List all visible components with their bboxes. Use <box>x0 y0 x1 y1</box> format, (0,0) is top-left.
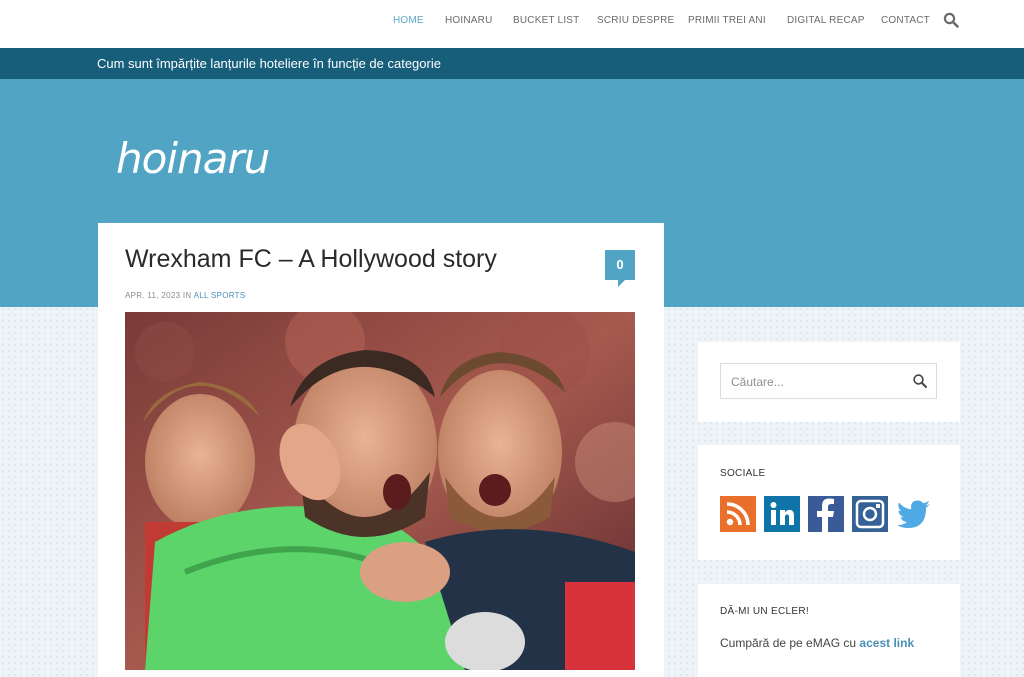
article-date: APR. 11, 2023 <box>125 291 181 300</box>
search-box <box>720 363 937 399</box>
search-widget <box>698 342 960 422</box>
article-meta: APR. 11, 2023 IN ALL SPORTS <box>125 291 246 300</box>
ecler-text: Cumpără de pe eMAG cu acest link <box>720 636 914 650</box>
search-submit-icon[interactable] <box>912 373 928 389</box>
nav-item-digital-recap[interactable]: DIGITAL RECAP <box>787 15 865 26</box>
linkedin-icon[interactable] <box>764 496 800 532</box>
comment-count-badge[interactable]: 0 <box>605 250 635 287</box>
social-widget-title: SOCIALE <box>720 468 766 479</box>
article-meta-in: IN <box>182 291 192 300</box>
main-menu: HOME HOINARU BUCKET LIST SCRIU DESPRE PR… <box>0 15 1024 29</box>
ticker-headline[interactable]: Cum sunt împărțite lanțurile hoteliere î… <box>97 56 441 71</box>
ecler-widget-title: DĂ-MI UN ECLER! <box>720 606 809 617</box>
nav-item-contact[interactable]: CONTACT <box>881 15 930 26</box>
search-icon[interactable] <box>943 12 959 28</box>
svg-text:hoinaru: hoinaru <box>116 134 269 183</box>
facebook-icon[interactable] <box>808 496 844 532</box>
site-logo[interactable]: hoinaru <box>114 129 314 189</box>
news-ticker: Cum sunt împărțite lanțurile hoteliere î… <box>0 48 1024 79</box>
ecler-text-prefix: Cumpără de pe eMAG cu <box>720 636 857 650</box>
ecler-affiliate-link[interactable]: acest link <box>859 636 914 650</box>
article-category-link[interactable]: ALL SPORTS <box>194 291 246 300</box>
nav-item-scriu-despre[interactable]: SCRIU DESPRE <box>597 15 674 26</box>
nav-item-primii-trei-ani[interactable]: PRIMII TREI ANI <box>688 15 766 26</box>
sidebar-search-input[interactable] <box>731 373 901 391</box>
top-navigation: HOME HOINARU BUCKET LIST SCRIU DESPRE PR… <box>0 0 1024 48</box>
rss-icon[interactable] <box>720 496 756 532</box>
nav-item-home[interactable]: HOME <box>393 15 424 26</box>
article-title[interactable]: Wrexham FC – A Hollywood story <box>125 245 497 274</box>
nav-item-bucket-list[interactable]: BUCKET LIST <box>513 15 579 26</box>
nav-item-hoinaru[interactable]: HOINARU <box>445 15 493 26</box>
social-icons <box>720 496 940 532</box>
twitter-icon[interactable] <box>896 496 932 532</box>
ecler-widget: DĂ-MI UN ECLER! Cumpără de pe eMAG cu ac… <box>698 584 960 677</box>
article-card: Wrexham FC – A Hollywood story 0 APR. 11… <box>98 223 664 677</box>
featured-image[interactable] <box>125 312 635 670</box>
social-widget: SOCIALE <box>698 445 960 560</box>
instagram-icon[interactable] <box>852 496 888 532</box>
